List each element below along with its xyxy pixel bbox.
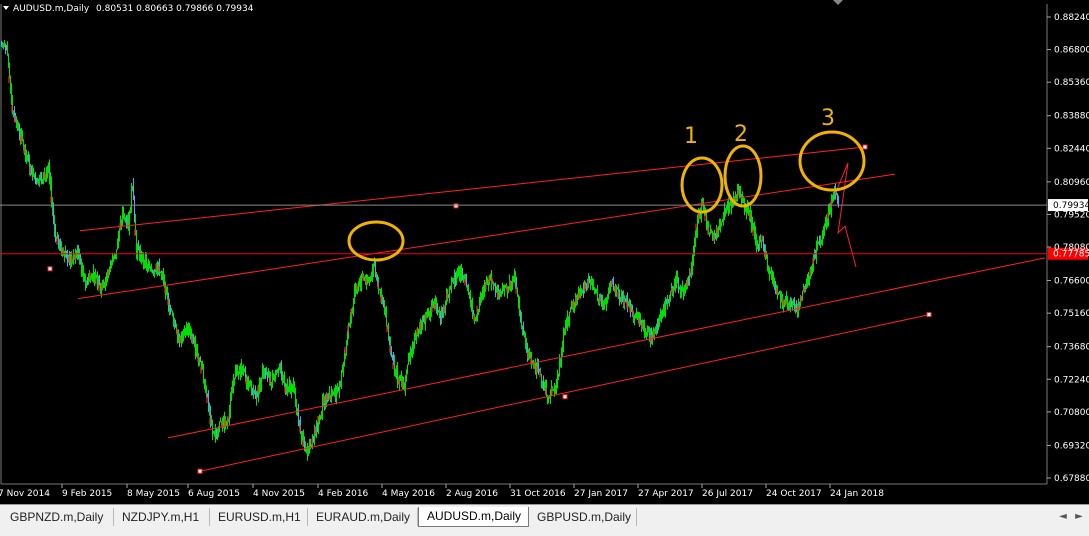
tab-scroll-right-icon[interactable]: ► <box>1073 509 1085 525</box>
trend-line-anchor <box>47 266 53 272</box>
chart-tab[interactable]: AUDUSD.m,Daily <box>418 507 529 527</box>
price-tick-label: 0.72240 <box>1054 375 1089 385</box>
time-tick-label: 27 Jan 2017 <box>574 489 628 499</box>
time-tick-label: 6 Aug 2015 <box>188 489 240 499</box>
time-tick-label: 31 Oct 2016 <box>510 489 566 499</box>
price-tick-label: 0.67880 <box>1054 474 1089 484</box>
price-tick-label: 0.85360 <box>1054 78 1089 88</box>
time-tick-label: 4 Feb 2016 <box>318 489 369 499</box>
trading-chart-window: 0.79934 0.77785 123 0.88240 0.86800 0.85360… <box>0 0 1089 536</box>
price-tick-label: 0.80960 <box>1054 178 1089 188</box>
tab-scroll-left-icon[interactable]: ◄ <box>1057 509 1069 525</box>
header-ohlc: 0.80531 0.80663 0.79866 0.79934 <box>96 4 254 14</box>
annotation-number-label: 2 <box>734 122 748 147</box>
chart-tab[interactable]: GBPUSD.m,Daily <box>529 508 637 526</box>
price-tick-label: 0.83880 <box>1054 112 1089 122</box>
price-tick-label: 0.82440 <box>1054 144 1089 154</box>
trend-line-anchor <box>453 203 459 209</box>
chart-tab[interactable]: EURAUD.m,Daily <box>308 508 418 526</box>
time-tick-label: 2 Aug 2016 <box>446 489 498 499</box>
time-tick-label: 7 Nov 2014 <box>0 489 50 499</box>
price-tick-label: 0.75160 <box>1054 309 1089 319</box>
time-tick-label: 4 May 2016 <box>382 489 435 499</box>
trend-line-anchor <box>562 394 568 400</box>
price-tick-label: 0.69320 <box>1054 441 1089 451</box>
price-chart[interactable]: 0.799340.77785 1 23 0.882400.868000.85360… <box>0 0 1089 504</box>
trend-line-anchor <box>926 312 932 318</box>
time-tick-label: 24 Jan 2018 <box>830 489 884 499</box>
trend-line-anchor <box>197 468 203 474</box>
price-tick-label: 0.86800 <box>1054 46 1089 56</box>
price-tick-label: 0.73680 <box>1054 343 1089 353</box>
time-tick-label: 9 Feb 2015 <box>62 489 112 499</box>
time-tick-label: 4 Nov 2015 <box>253 489 305 499</box>
time-tick-label: 8 May 2015 <box>127 489 180 499</box>
trend-line-anchor <box>862 144 868 150</box>
annotation-number-label: 3 <box>821 106 835 131</box>
chart-tab[interactable]: GBPNZD.m,Daily <box>2 508 114 526</box>
price-tick-label: 0.76600 <box>1054 277 1089 287</box>
price-tick-label: 0.79520 <box>1054 210 1089 220</box>
time-tick-label: 26 Jul 2017 <box>702 489 753 499</box>
price-tick-label: 0.70800 <box>1054 408 1089 418</box>
header-symbol: AUDUSD.m,Daily <box>13 4 90 14</box>
chart-header: AUDUSD.m,Daily 0.80531 0.80663 0.79866 0… <box>3 4 254 14</box>
price-tick-label: 0.88240 <box>1054 13 1089 23</box>
price-tick-label: 0.78080 <box>1054 243 1089 253</box>
time-tick-label: 24 Oct 2017 <box>766 489 822 499</box>
chart-tab[interactable]: NZDJPY.m,H1 <box>114 508 210 526</box>
annotation-number-label: 1 <box>684 124 698 149</box>
time-tick-label: 27 Apr 2017 <box>638 489 694 499</box>
chart-tab-bar: GBPNZD.m,Daily NZDJPY.m,H1 EURUSD.m,H1 EURA… <box>0 504 1089 536</box>
price-axis: 0.88240 0.86800 0.85360 0.83880 0.82440 0.809… <box>1047 13 1089 484</box>
chart-tab[interactable]: EURUSD.m,H1 <box>210 508 308 526</box>
